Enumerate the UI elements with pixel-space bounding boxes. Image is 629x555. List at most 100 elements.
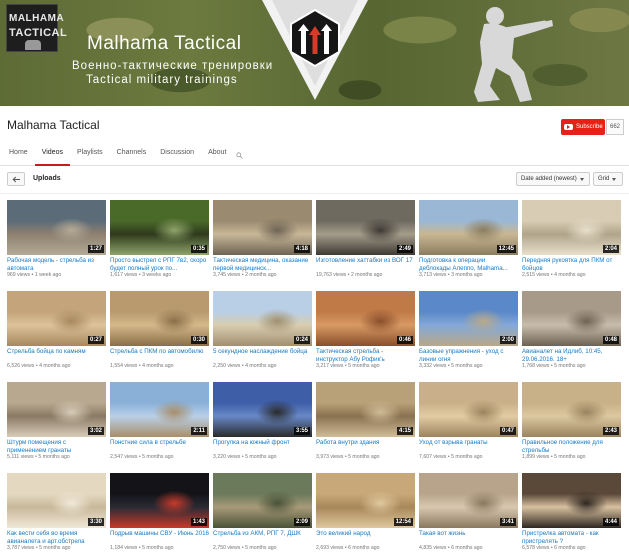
- video-card[interactable]: 2:00 Базовые упражнения - уход с линии ог…: [419, 291, 518, 381]
- video-card[interactable]: 2:04 Передняя рукоятка для ПКМ от бойцов 2…: [522, 200, 621, 290]
- video-age: 5 months ago: [554, 454, 586, 460]
- video-thumbnail[interactable]: 4:44: [522, 473, 621, 528]
- video-title-link[interactable]: Базовые упражнения - уход с линии огня: [419, 348, 518, 363]
- video-card[interactable]: 4:44 Пристрелка автомата - как пристрелят…: [522, 473, 621, 555]
- video-thumbnail[interactable]: 0:48: [522, 291, 621, 346]
- avatar-text-line2: TACTICAL: [9, 27, 68, 39]
- video-thumbnail[interactable]: 0:35: [110, 200, 209, 255]
- tab-channels[interactable]: Channels: [110, 144, 154, 166]
- video-card[interactable]: 2:11 Понстние сила в стрельбе 2,547 views …: [110, 382, 209, 472]
- youtube-channel-page: MALHAMA TACTICAL Malhama Tactical Военно…: [0, 0, 629, 555]
- video-thumbnail[interactable]: 0:46: [316, 291, 415, 346]
- video-thumbnail[interactable]: 1:27: [7, 200, 106, 255]
- video-title-link[interactable]: Стрельба с ПКМ по автомобилю: [110, 348, 209, 363]
- video-card[interactable]: 12:45 Подготовка к операции деблокады Але…: [419, 200, 518, 290]
- video-title-link[interactable]: Штурм помещения с применением гранаты: [7, 439, 106, 454]
- video-title-link[interactable]: Как вести себя во время авианалета и арт…: [7, 530, 106, 545]
- video-title-link[interactable]: Такая вот жизнь: [419, 530, 518, 545]
- video-age: 6 months ago: [554, 545, 586, 551]
- video-meta: 1,617 views • 3 weeks ago: [110, 272, 209, 278]
- video-thumbnail[interactable]: 12:54: [316, 473, 415, 528]
- video-title-link[interactable]: Авианалет на Идлиб, 10:45, 29.06.2016. 1…: [522, 348, 621, 363]
- video-card[interactable]: 0:47 Уход от взрыва гранаты 7,607 views • …: [419, 382, 518, 472]
- video-thumbnail[interactable]: 1:43: [110, 473, 209, 528]
- video-card[interactable]: 0:46 Тактическая стрельба - инструктор Аб…: [316, 291, 415, 381]
- video-duration: 1:43: [190, 518, 207, 526]
- video-card[interactable]: 0:24 5 секундное наслаждение бойца 2,250 v…: [213, 291, 312, 381]
- tab-videos[interactable]: Videos: [34, 144, 70, 166]
- video-views: 1,768 views: [522, 363, 550, 369]
- video-title-link[interactable]: Тактическая медицина, оказание первой ме…: [213, 257, 312, 272]
- subscriber-count: 662: [606, 119, 624, 135]
- video-title-link[interactable]: Понстние сила в стрельбе: [110, 439, 209, 454]
- video-title-link[interactable]: Тактическая стрельба - инструктор Абу Ро…: [316, 348, 415, 363]
- video-duration: 1:27: [87, 245, 104, 253]
- video-title-link[interactable]: Уход от взрыва гранаты: [419, 439, 518, 454]
- sort-dropdown[interactable]: Date added (newest): [516, 172, 590, 186]
- video-thumbnail[interactable]: 0:30: [110, 291, 209, 346]
- video-title-link[interactable]: Подготовка к операции деблокады Алеппо, …: [419, 257, 518, 272]
- video-age: 5 months ago: [245, 454, 277, 460]
- video-card[interactable]: 0:30 Стрельба с ПКМ по автомобилю 1,554 vi…: [110, 291, 209, 381]
- video-title-link[interactable]: Просто выстрел с РПГ 7в2, скоро будет по…: [110, 257, 209, 272]
- video-title-link[interactable]: Подрыв машины СВУ - Июнь 2016: [110, 530, 209, 545]
- video-duration: 2:49: [396, 245, 413, 253]
- video-thumbnail[interactable]: 2:43: [522, 382, 621, 437]
- video-thumbnail[interactable]: 4:18: [213, 200, 312, 255]
- video-thumbnail[interactable]: 4:15: [316, 382, 415, 437]
- tab-discussion[interactable]: Discussion: [153, 144, 201, 166]
- video-thumbnail[interactable]: 2:11: [110, 382, 209, 437]
- video-card[interactable]: 4:18 Тактическая медицина, оказание перво…: [213, 200, 312, 290]
- video-title-link[interactable]: Рабочая модель - стрельба из автомата: [7, 257, 106, 272]
- video-thumbnail[interactable]: 3:30: [7, 473, 106, 528]
- video-card[interactable]: 0:35 Просто выстрел с РПГ 7в2, скоро буде…: [110, 200, 209, 290]
- subscribe-button[interactable]: Subscribe: [561, 119, 605, 135]
- video-card[interactable]: 3:30 Как вести себя во время авианалета и…: [7, 473, 106, 555]
- video-card[interactable]: 3:02 Штурм помещения с применением гранат…: [7, 382, 106, 472]
- video-title-link[interactable]: Стрельба из АКМ, РПГ 7, ДШК: [213, 530, 312, 545]
- video-thumbnail[interactable]: 12:45: [419, 200, 518, 255]
- video-thumbnail[interactable]: 2:04: [522, 200, 621, 255]
- video-thumbnail[interactable]: 3:02: [7, 382, 106, 437]
- video-title-link[interactable]: Прогулка на южный фронт: [213, 439, 312, 454]
- video-card[interactable]: 3:41 Такая вот жизнь 4,835 views • 6 month…: [419, 473, 518, 555]
- video-card[interactable]: 3:55 Прогулка на южный фронт 3,220 views •…: [213, 382, 312, 472]
- view-dropdown[interactable]: Grid: [593, 172, 623, 186]
- video-title-link[interactable]: Изготовление хаттабки из ВОГ 17: [316, 257, 415, 272]
- tab-playlists[interactable]: Playlists: [70, 144, 110, 166]
- video-thumbnail[interactable]: 3:41: [419, 473, 518, 528]
- video-card[interactable]: 2:09 Стрельба из АКМ, РПГ 7, ДШК 2,750 vie…: [213, 473, 312, 555]
- video-title-link[interactable]: Стрельба бойца по камням: [7, 348, 106, 363]
- video-title-link[interactable]: Передняя рукоятка для ПКМ от бойцов: [522, 257, 621, 272]
- video-thumbnail[interactable]: 3:55: [213, 382, 312, 437]
- channel-avatar[interactable]: MALHAMA TACTICAL: [6, 4, 68, 52]
- video-card[interactable]: 2:49 Изготовление хаттабки из ВОГ 17 19,76…: [316, 200, 415, 290]
- video-title-link[interactable]: 5 секундное наслаждение бойца: [213, 348, 312, 363]
- video-title-link[interactable]: Правильное положение для стрельбы: [522, 439, 621, 454]
- back-button[interactable]: [7, 172, 25, 186]
- video-duration: 0:47: [499, 427, 516, 435]
- video-thumbnail[interactable]: 2:49: [316, 200, 415, 255]
- video-title-link[interactable]: Это великий народ: [316, 530, 415, 545]
- video-thumbnail[interactable]: 0:24: [213, 291, 312, 346]
- video-card[interactable]: 4:15 Работа внутри здания 3,973 views • 5 …: [316, 382, 415, 472]
- video-card[interactable]: 12:54 Это великий народ 2,693 views • 6 mo…: [316, 473, 415, 555]
- channel-search-button[interactable]: [233, 144, 245, 166]
- video-card[interactable]: 0:27 Стрельба бойца по камням 6,526 views …: [7, 291, 106, 381]
- video-age: 5 months ago: [38, 454, 70, 460]
- video-thumbnail[interactable]: 0:27: [7, 291, 106, 346]
- video-age: 4 months ago: [245, 363, 277, 369]
- video-meta: 2,693 views • 6 months ago: [316, 545, 415, 551]
- video-thumbnail[interactable]: 2:09: [213, 473, 312, 528]
- video-thumbnail[interactable]: 2:00: [419, 291, 518, 346]
- video-card[interactable]: 1:27 Рабочая модель - стрельба из автомат…: [7, 200, 106, 290]
- tab-home[interactable]: Home: [0, 144, 35, 166]
- video-card[interactable]: 1:43 Подрыв машины СВУ - Июнь 2016 1,184 v…: [110, 473, 209, 555]
- video-title-link[interactable]: Работа внутри здания: [316, 439, 415, 454]
- video-card[interactable]: 2:43 Правильное положение для стрельбы 1,8…: [522, 382, 621, 472]
- tab-about[interactable]: About: [201, 144, 233, 166]
- video-views: 6,578 views: [522, 545, 550, 551]
- video-title-link[interactable]: Пристрелка автомата - как пристрелять ?: [522, 530, 621, 545]
- video-thumbnail[interactable]: 0:47: [419, 382, 518, 437]
- video-card[interactable]: 0:48 Авианалет на Идлиб, 10:45, 29.06.201…: [522, 291, 621, 381]
